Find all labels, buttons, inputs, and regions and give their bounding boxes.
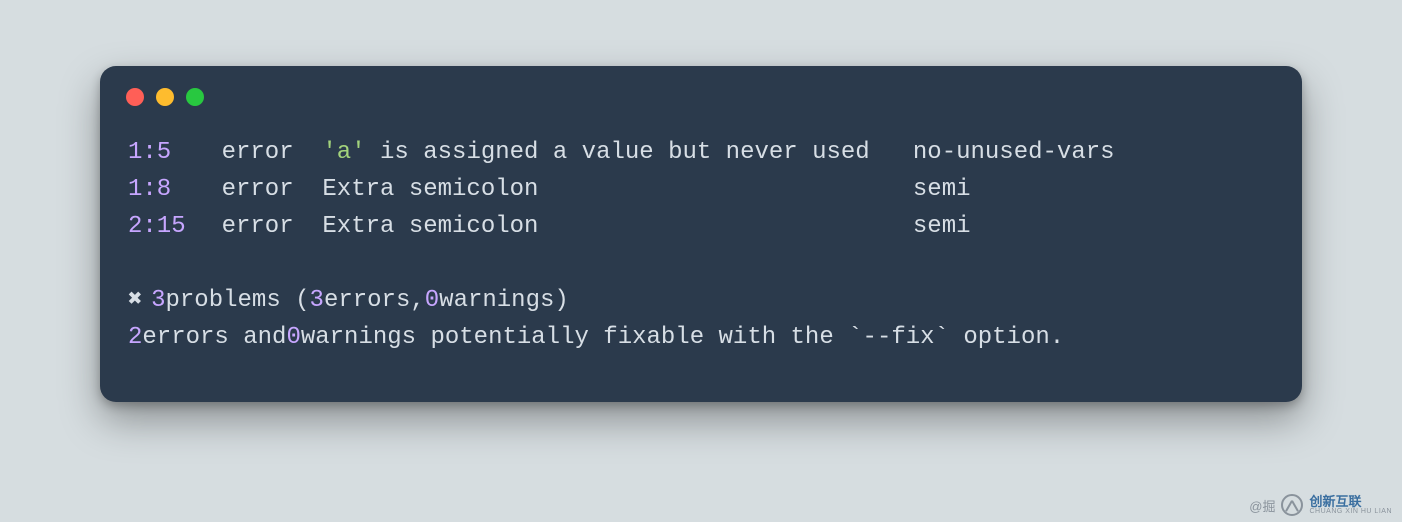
fixable-text: errors and [142,319,286,356]
summary-text: problems ( [166,282,310,319]
summary-text: warnings) [439,282,569,319]
terminal-output: 1:5 error 'a' is assigned a value but ne… [100,116,1302,374]
summary-warnings-count: 0 [425,282,439,319]
lint-message: 'a' is assigned a value but never used [322,134,912,171]
watermark-brand-cn: 创新互联 [1309,495,1392,508]
watermark-logo-icon [1281,494,1303,516]
lint-message: Extra semicolon [322,171,912,208]
lint-severity: error [222,208,294,245]
watermark: @掘 创新互联 CHUANG XIN HU LIAN [1249,494,1392,516]
fixable-text: warnings potentially fixable with the `-… [301,319,1064,356]
terminal-window: 1:5 error 'a' is assigned a value but ne… [100,66,1302,402]
lint-severity: error [222,171,294,208]
lint-row: 1:8 error Extra semicolon semi [128,171,1274,208]
window-titlebar [100,66,1302,116]
lint-message-text: Extra semicolon [322,213,538,240]
minimize-icon[interactable] [156,88,174,106]
summary-errors-count: 3 [310,282,324,319]
watermark-brand-en: CHUANG XIN HU LIAN [1309,508,1392,515]
lint-row: 1:5 error 'a' is assigned a value but ne… [128,134,1274,171]
lint-severity: error [222,134,294,171]
summary-text: errors, [324,282,425,319]
close-icon[interactable] [126,88,144,106]
blank-line [128,246,1274,282]
cross-icon: ✖ [128,282,142,319]
zoom-icon[interactable] [186,88,204,106]
lint-message-text: Extra semicolon [322,176,538,203]
lint-message: Extra semicolon [322,208,912,245]
summary-problems-count: 3 [151,282,165,319]
lint-location: 1:5 [128,134,193,171]
lint-summary: ✖ 3 problems ( 3 errors, 0 warnings) [128,282,1274,319]
lint-rule: semi [913,171,971,208]
lint-rule: no-unused-vars [913,134,1115,171]
lint-location: 2:15 [128,208,193,245]
lint-message-text: is assigned a value but never used [366,139,870,166]
lint-message-quote: 'a' [322,139,365,166]
fixable-errors-count: 2 [128,319,142,356]
watermark-prefix: @掘 [1249,496,1275,515]
lint-location: 1:8 [128,171,193,208]
lint-rule: semi [913,208,971,245]
lint-row: 2:15 error Extra semicolon semi [128,208,1274,245]
fixable-warnings-count: 0 [286,319,300,356]
lint-fixable: 2 errors and 0 warnings potentially fixa… [128,319,1274,356]
